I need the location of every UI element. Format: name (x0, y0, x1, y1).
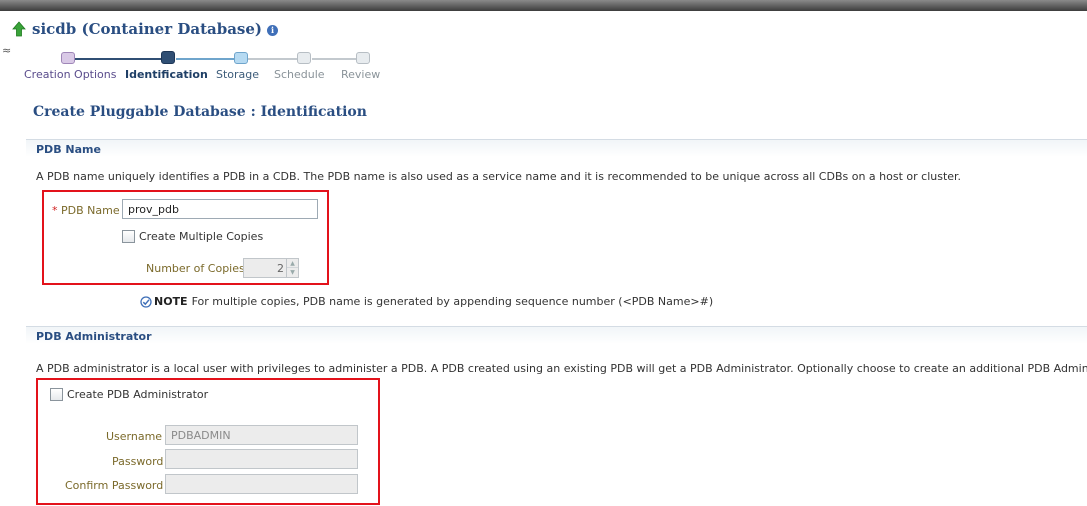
up-arrow-icon[interactable] (12, 21, 26, 37)
pdb-name-label: * PDB Name (52, 204, 120, 217)
train-label-review: Review (341, 68, 381, 81)
database-title: sicdb (Container Database) (32, 20, 263, 38)
section-header-pdb-administrator: PDB Administrator (26, 326, 1087, 344)
create-multiple-copies-label[interactable]: Create Multiple Copies (139, 230, 263, 243)
username-input[interactable]: PDBADMIN (165, 425, 358, 445)
spinner-buttons: ▲ ▼ (286, 259, 298, 277)
pdb-name-input[interactable]: prov_pdb (122, 199, 318, 219)
train-stop-creation-options[interactable] (61, 52, 75, 64)
train-stop-schedule (297, 52, 311, 64)
note-text: For multiple copies, PDB name is generat… (191, 295, 714, 308)
section-header-pdb-name: PDB Name (26, 139, 1087, 157)
password-input[interactable] (165, 449, 358, 469)
number-of-copies-label: Number of Copies (146, 262, 245, 275)
note-label: NOTE (154, 295, 188, 308)
window-top-bar (0, 0, 1087, 11)
page-header: sicdb (Container Database) i (12, 19, 279, 39)
section-title: PDB Name (36, 143, 101, 156)
spinner-up-icon[interactable]: ▲ (287, 259, 298, 268)
password-label: Password (112, 455, 164, 468)
train-label-identification: Identification (125, 68, 208, 81)
train-stop-identification (161, 51, 175, 64)
spinner-down-icon[interactable]: ▼ (287, 268, 298, 277)
note-multiple-copies: NOTE For multiple copies, PDB name is ge… (140, 295, 713, 308)
confirm-password-label: Confirm Password (65, 479, 164, 492)
pdb-admin-description: A PDB administrator is a local user with… (36, 362, 1087, 375)
confirm-password-input[interactable] (165, 474, 358, 494)
number-of-copies-value: 2 (277, 262, 284, 275)
create-pdb-admin-label[interactable]: Create PDB Administrator (67, 388, 208, 401)
create-pdb-admin-checkbox[interactable] (50, 388, 63, 401)
train-connector (312, 58, 357, 60)
train-stop-storage[interactable] (234, 52, 248, 64)
required-mark: * (52, 204, 58, 217)
pdb-name-description: A PDB name uniquely identifies a PDB in … (36, 170, 962, 183)
info-icon[interactable]: i (267, 25, 279, 36)
train-label-storage[interactable]: Storage (216, 68, 259, 81)
section-title: PDB Administrator (36, 330, 152, 343)
train-label-schedule: Schedule (274, 68, 325, 81)
checkmark-note-icon (140, 295, 152, 308)
train-connector (176, 58, 234, 60)
train-label-creation-options[interactable]: Creation Options (24, 68, 116, 81)
create-multiple-copies-checkbox[interactable] (122, 230, 135, 243)
step-train: Creation Options Identification Storage … (0, 47, 420, 87)
username-label: Username (106, 430, 163, 443)
pdb-name-label-text: PDB Name (61, 204, 120, 217)
page-title: Create Pluggable Database : Identificati… (33, 104, 367, 120)
train-connector (248, 58, 298, 60)
train-connector (72, 58, 164, 60)
train-stop-review (356, 52, 370, 64)
number-of-copies-spinner[interactable]: 2 ▲ ▼ (243, 258, 299, 278)
